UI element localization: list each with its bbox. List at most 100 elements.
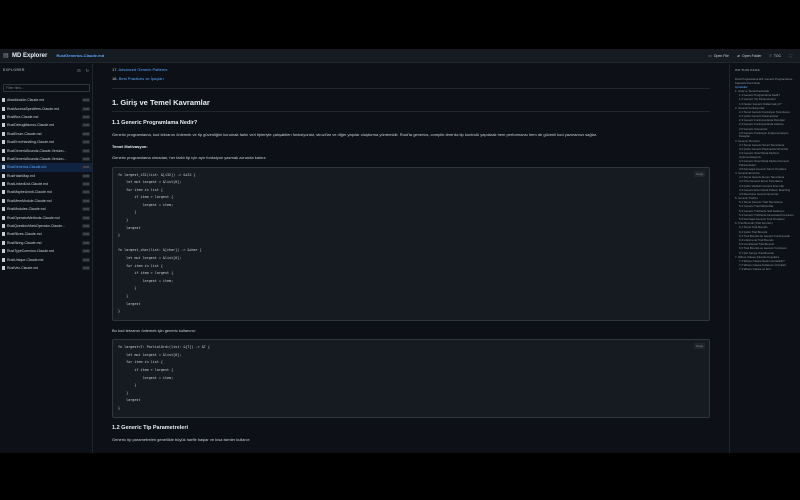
toc-panel: ON THIS PAGE Rust Programlama Dili: Gene…: [729, 64, 800, 453]
code-line: if item > largest {: [118, 368, 174, 373]
file-name: RustBox-Claude.md: [7, 114, 39, 119]
code-block: Copy fn largest<T: PartialOrd>(list: &[T…: [112, 339, 710, 418]
document-icon: [2, 131, 5, 136]
code-line: largest = item;: [118, 202, 174, 207]
file-size: 8KB: [82, 131, 90, 136]
toc-item[interactable]: 7.3 Where Clause ve Ileri: [730, 268, 800, 272]
code-line: }: [118, 210, 137, 215]
file-item[interactable]: RustAccessSpecifiers-Claude.md 9KB: [0, 104, 92, 112]
file-item[interactable]: RustSlices-Claude.md 9KB: [0, 230, 92, 238]
file-size: 9KB: [82, 207, 90, 212]
file-item[interactable]: AliasModule-Claude.md 8KB: [0, 96, 92, 104]
code-line: }: [118, 233, 121, 238]
paragraph: Generic programlama, kod tekrarını önlem…: [112, 132, 597, 137]
code-line: largest = item;: [118, 375, 174, 380]
file-size: 9KB: [82, 106, 90, 111]
fullscreen-button[interactable]: ⛶: [789, 53, 792, 58]
file-item[interactable]: RustGenericBounds-Claude-Version... 9KB: [0, 155, 92, 163]
file-name: RustString-Claude.md: [7, 240, 42, 245]
toc-link[interactable]: Advanced Generic Patterns: [118, 67, 167, 72]
code-line: }: [118, 390, 129, 395]
file-item[interactable]: RustMemModule-Claude.md 9KB: [0, 197, 92, 205]
file-item[interactable]: RustQuestionMarkOperator-Claude... 9KB: [0, 222, 92, 230]
collapse-icon[interactable]: ⊟: [77, 68, 80, 73]
document-icon: [2, 114, 5, 119]
code-line: let mut largest = &list[0];: [118, 352, 182, 357]
file-size: 8KB: [82, 114, 90, 119]
file-name: RustVec-Claude.md: [7, 266, 39, 270]
code-line: let mut largest = &list[0];: [118, 256, 182, 261]
file-item-active[interactable]: RustGenerics-Claude.md 9KB: [0, 163, 92, 172]
toc-link[interactable]: Best Practices ve İpuçları: [119, 76, 164, 81]
bold-paragraph: Temel Motivasyon:: [112, 143, 148, 149]
file-item[interactable]: RustErrorHandling-Claude.md 9KB: [0, 138, 92, 146]
section-heading: 1. Giriş ve Temel Kavramlar: [112, 98, 710, 112]
file-item[interactable]: RustTypeCoercion-Claude.md 9KB: [0, 247, 92, 255]
expand-icon: ⛶: [789, 53, 792, 58]
header-actions: ▭ Open File ▰ Open Folder ≡ TOC ⛶: [708, 53, 800, 58]
copy-button[interactable]: Copy: [693, 170, 705, 177]
file-item[interactable]: RustVec-Claude.md 9KB: [0, 264, 92, 272]
code-line: fn largest_i32(list: &[i32]) -> &i32 {: [118, 172, 196, 177]
document-icon: [2, 224, 5, 229]
file-item[interactable]: RustEnum-Claude.md 8KB: [0, 130, 92, 138]
file-name: RustAccessSpecifiers-Claude.md: [7, 106, 59, 111]
file-name: AliasModule-Claude.md: [7, 98, 45, 103]
document-icon: [2, 106, 5, 111]
code-line: }: [118, 294, 129, 298]
file-item[interactable]: RustDebugMacros-Claude.md 6KB: [0, 121, 92, 129]
file-item[interactable]: RustMaybeUninit-Claude.md 9KB: [0, 188, 92, 196]
file-size: 9KB: [82, 173, 90, 178]
sidebar-header: EXPLORER ⊟ ↻: [0, 64, 92, 76]
refresh-icon[interactable]: ↻: [86, 68, 89, 73]
paragraph: Generic programlama olmadan, her farklı …: [112, 155, 267, 160]
document-icon: [2, 207, 5, 212]
file-size: 9KB: [82, 240, 90, 245]
top-bar: ▤ MD Explorer RustGenerics-Claude.md ▭ O…: [0, 49, 800, 63]
file-item[interactable]: RustLinkedList-Claude.md 9KB: [0, 180, 92, 188]
toc-title: ON THIS PAGE: [735, 68, 760, 72]
file-size: 9KB: [82, 224, 90, 229]
file-name: RustLinkedList-Claude.md: [7, 182, 49, 187]
app-name: MD Explorer: [12, 52, 48, 59]
file-item[interactable]: RustUnique-Claude.md 9KB: [0, 255, 92, 263]
copy-button[interactable]: Copy: [693, 343, 705, 350]
code-line: largest: [118, 398, 141, 403]
toc-line: 17. Advanced Generic Patterns: [112, 67, 710, 72]
open-folder-button[interactable]: ▰ Open Folder: [737, 53, 762, 58]
app-window: ▤ MD Explorer RustGenerics-Claude.md ▭ O…: [0, 49, 800, 453]
file-item[interactable]: RustHashMap.md 9KB: [0, 172, 92, 180]
code-block: Copy fn largest_i32(list: &[i32]) -> &i3…: [112, 166, 710, 321]
code-line: }: [118, 406, 121, 411]
code-line: }: [118, 286, 137, 291]
toc-list: Rust Programlama Dili: Generic Programla…: [730, 77, 800, 272]
file-size: 9KB: [82, 182, 90, 187]
paragraph: Bu kod tekrarını önlemek için generic ku…: [112, 327, 197, 333]
code-line: fn largest_char(list: &[char]) -> &char …: [118, 248, 202, 253]
document-icon: [2, 266, 5, 270]
toc-item[interactable]: 2.6 Generic Fonksiyon Implementasyon Det…: [730, 131, 800, 139]
file-icon: ▭: [708, 53, 712, 58]
file-size: 9KB: [82, 198, 90, 203]
file-item[interactable]: RustModules-Claude.md 9KB: [0, 205, 92, 213]
document-icon: [2, 123, 5, 128]
document-icon: [2, 249, 5, 254]
letterbox-top: [0, 0, 800, 49]
file-size: 9KB: [82, 140, 90, 145]
file-item[interactable]: RustString-Claude.md 9KB: [0, 239, 92, 247]
code-line: fn largest<T: PartialOrd>(list: &[T]) ->…: [118, 345, 210, 350]
file-name: RustErrorHandling-Claude.md: [7, 140, 54, 145]
file-size: 9KB: [82, 156, 90, 161]
code-line: }: [118, 383, 137, 388]
file-item[interactable]: RustBox-Claude.md 8KB: [0, 113, 92, 121]
file-name: RustDebugMacros-Claude.md: [7, 123, 55, 128]
filter-input[interactable]: [3, 84, 90, 92]
file-item[interactable]: RustGenericBounds-Claude-Version... 9KB: [0, 146, 92, 154]
file-name: RustMaybeUninit-Claude.md: [7, 190, 52, 195]
file-name: RustGenerics-Claude.md: [7, 165, 47, 170]
open-file-button[interactable]: ▭ Open File: [708, 53, 729, 58]
file-item[interactable]: RustOperatorMethods-Claude.md 9KB: [0, 213, 92, 221]
toc-button[interactable]: ≡ TOC: [770, 53, 782, 58]
file-name: RustModules-Claude.md: [7, 207, 46, 212]
sidebar: EXPLORER ⊟ ↻ AliasModule-Claude.md 8KB Ru…: [0, 64, 93, 453]
